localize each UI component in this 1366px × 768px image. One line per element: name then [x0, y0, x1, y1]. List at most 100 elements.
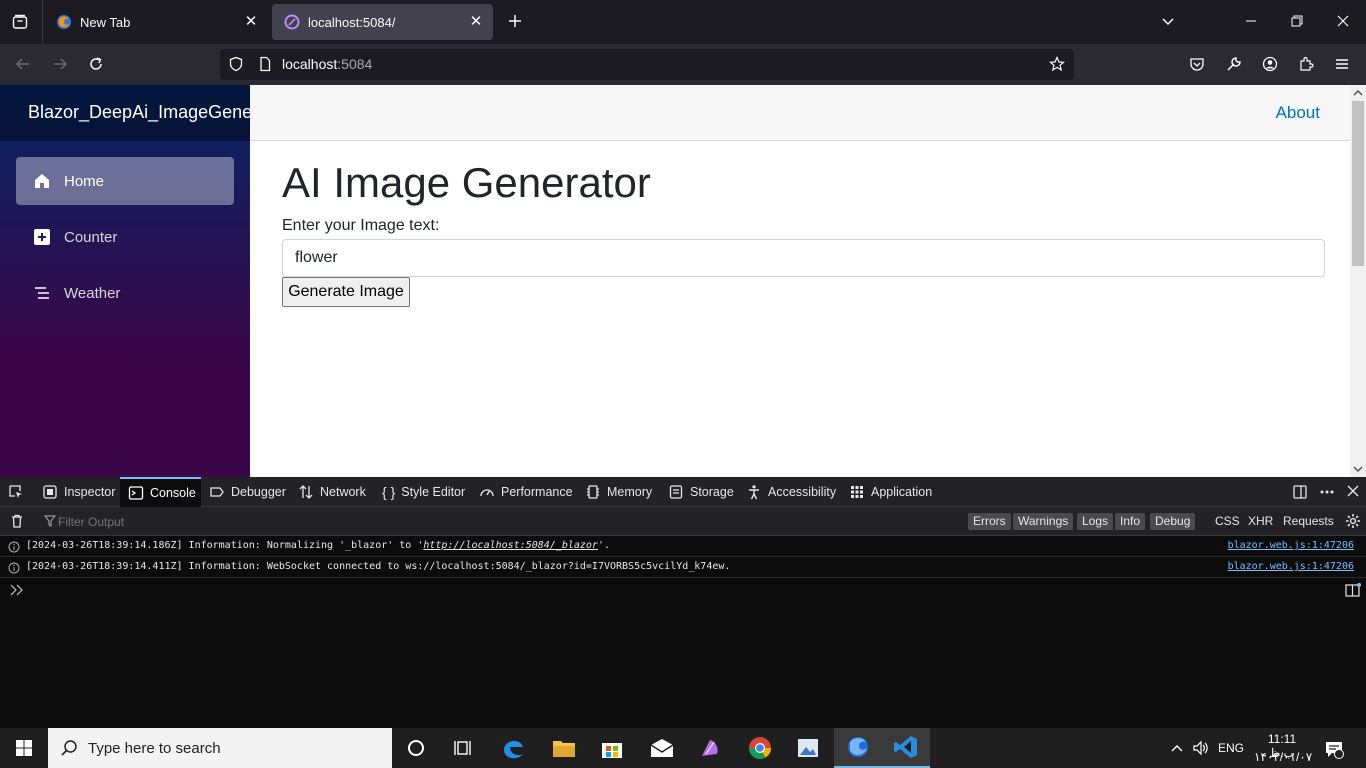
shield-icon[interactable] [228, 56, 244, 72]
account-icon[interactable] [1262, 56, 1278, 72]
devtools-tabs: Inspector Console Debugger Network { } S… [0, 477, 1366, 507]
list-all-tabs-icon[interactable] [1160, 14, 1176, 30]
reload-icon[interactable] [88, 56, 104, 72]
devtools-panel: Inspector Console Debugger Network { } S… [0, 477, 1366, 728]
devtools-tab-network[interactable]: Network [298, 477, 372, 507]
home-icon [35, 174, 49, 188]
filter-xhr-button[interactable]: XHR [1248, 514, 1273, 528]
storage-icon [669, 485, 683, 499]
scrollbar-thumb[interactable] [1352, 101, 1364, 266]
restore-icon[interactable] [1290, 14, 1304, 28]
volume-icon[interactable] [1192, 740, 1210, 756]
close-tab-icon[interactable]: ✕ [467, 13, 485, 31]
filter-errors-button[interactable]: Errors [968, 513, 1011, 530]
devtools-tab-performance[interactable]: Performance [479, 477, 575, 507]
log-source-link[interactable]: blazor.web.js:1:47206 [1228, 561, 1354, 572]
notification-center-icon[interactable] [1324, 739, 1344, 759]
memory-icon [587, 485, 599, 499]
bookmark-star-icon[interactable] [1049, 56, 1065, 72]
nav-item-counter[interactable]: Counter [16, 213, 234, 261]
console-settings-gear-icon[interactable] [1345, 513, 1361, 529]
tab-label: Accessibility [768, 485, 837, 499]
filter-debug-button[interactable]: Debug [1150, 513, 1196, 530]
search-icon [60, 739, 78, 757]
minimize-icon[interactable] [1244, 14, 1258, 28]
mail-icon[interactable] [638, 728, 686, 768]
about-link[interactable]: About [1276, 103, 1320, 123]
prompt-input[interactable] [282, 239, 1325, 277]
tab-overview-icon[interactable] [12, 14, 28, 30]
log-source-link[interactable]: blazor.web.js:1:47206 [1228, 540, 1354, 551]
more-options-icon[interactable] [1319, 484, 1335, 500]
close-tab-icon[interactable]: ✕ [242, 13, 260, 31]
url-bar[interactable]: localhost:5084 [220, 49, 1074, 80]
tab-label: Application [871, 485, 933, 499]
edge-icon[interactable] [490, 728, 538, 768]
scroll-up-icon[interactable] [1353, 88, 1363, 98]
log-text: [2024-03-26T18:39:14.186Z] Information: … [26, 540, 424, 551]
application-icon [851, 486, 863, 498]
filter-output-input[interactable] [58, 512, 958, 531]
inspector-icon [43, 485, 57, 499]
taskbar-search[interactable]: Type here to search [48, 728, 392, 768]
devtools-tab-accessibility[interactable]: Accessibility [746, 477, 838, 507]
devtools-tab-storage[interactable]: Storage [668, 477, 734, 507]
devtools-tab-inspector[interactable]: Inspector [42, 477, 120, 507]
generate-image-button[interactable]: Generate Image [282, 277, 410, 307]
start-button[interactable] [0, 728, 48, 768]
devtools-tab-application[interactable]: Application [849, 477, 939, 507]
devtools-tab-debugger[interactable]: Debugger [209, 477, 289, 507]
photos-app-icon[interactable] [784, 728, 832, 768]
chrome-icon[interactable] [736, 728, 784, 768]
task-view-icon[interactable] [440, 728, 488, 768]
kite-app-icon[interactable] [686, 728, 734, 768]
clock-date[interactable]: ۱۴۰۳/۰۱/۰۷ [1254, 750, 1312, 764]
devtools-tab-style-editor[interactable]: { } Style Editor [382, 477, 470, 507]
tab-title: New Tab [80, 14, 131, 30]
url-text[interactable]: localhost:5084 [282, 56, 372, 72]
editor-mode-icon[interactable] [1345, 583, 1361, 597]
nav-item-weather[interactable]: Weather [16, 269, 234, 317]
devtools-tab-console[interactable]: Console [120, 477, 201, 507]
close-window-icon[interactable] [1336, 14, 1350, 28]
filter-warnings-button[interactable]: Warnings [1013, 513, 1074, 530]
pocket-icon[interactable] [1189, 56, 1205, 72]
filter-css-button[interactable]: CSS [1215, 514, 1240, 528]
back-icon[interactable] [15, 56, 31, 72]
forward-icon[interactable] [52, 56, 68, 72]
browser-toolbar: localhost:5084 [0, 44, 1366, 85]
nav-label: Weather [64, 284, 121, 302]
filter-icon [44, 515, 56, 527]
menu-icon[interactable] [1334, 56, 1350, 72]
input-language-indicator[interactable]: ENG [1218, 741, 1244, 755]
filter-info-button[interactable]: Info [1115, 513, 1146, 530]
vscode-icon[interactable] [882, 728, 930, 768]
element-picker-icon[interactable] [8, 484, 24, 500]
app-brand[interactable]: Blazor_DeepAi_ImageGenerator [28, 102, 250, 123]
file-explorer-icon[interactable] [540, 728, 588, 768]
filter-requests-button[interactable]: Requests [1283, 514, 1334, 528]
devtools-tab-memory[interactable]: Memory [585, 477, 655, 507]
show-hidden-icons-chevron-icon[interactable] [1170, 742, 1184, 754]
trash-icon[interactable] [9, 513, 25, 529]
tab-localhost[interactable]: localhost:5084/ ✕ [272, 4, 493, 40]
cortana-icon[interactable] [392, 728, 440, 768]
page-icon[interactable] [257, 56, 273, 72]
console-icon [128, 486, 144, 500]
scroll-down-icon[interactable] [1353, 464, 1363, 474]
dock-side-icon[interactable] [1292, 484, 1308, 500]
firefox-developer-icon[interactable] [834, 728, 882, 768]
console-input[interactable] [30, 577, 1330, 601]
tab-new-tab[interactable]: New Tab ✕ [44, 4, 268, 40]
filter-logs-button[interactable]: Logs [1077, 513, 1114, 530]
extensions-icon[interactable] [1298, 56, 1314, 72]
close-devtools-icon[interactable] [1346, 484, 1360, 498]
microsoft-store-icon[interactable] [588, 728, 636, 768]
windows-taskbar: Type here to search ENG 11:11 ب.ظ ۱۴۰۳/۰… [0, 728, 1366, 768]
log-link[interactable]: http://localhost:5084/_blazor [423, 540, 598, 551]
wrench-icon[interactable] [1226, 56, 1242, 72]
nav-label: Home [64, 172, 105, 190]
nav-item-home[interactable]: Home [16, 157, 234, 205]
console-prompt-chevron-icon[interactable] [10, 584, 24, 596]
new-tab-icon[interactable] [507, 13, 523, 29]
